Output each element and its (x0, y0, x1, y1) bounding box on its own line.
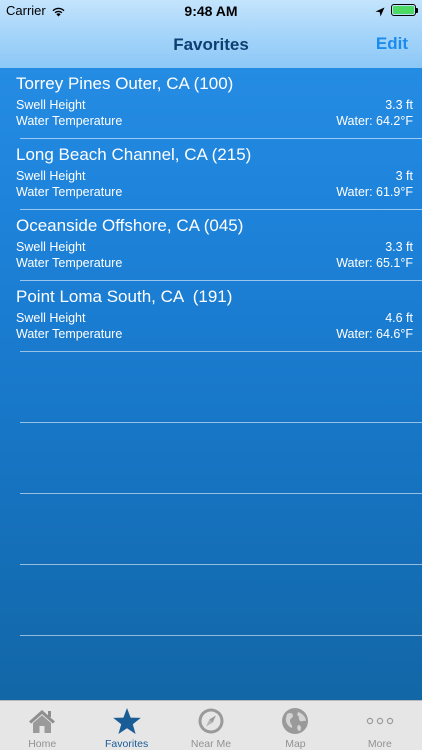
swell-label: Swell Height (16, 240, 86, 254)
empty-row-separator (20, 494, 422, 565)
swell-label: Swell Height (16, 98, 86, 112)
water-line: Water Temperature Water: 61.9°F (16, 185, 413, 199)
swell-value: 4.6 ft (385, 311, 413, 325)
edit-button[interactable]: Edit (376, 34, 408, 54)
favorite-row[interactable]: Torrey Pines Outer, CA (100) Swell Heigh… (16, 68, 422, 139)
house-icon (27, 706, 57, 735)
water-line: Water Temperature Water: 64.2°F (16, 114, 413, 128)
star-icon (112, 706, 142, 735)
station-title: Point Loma South, CA (191) (16, 287, 233, 306)
favorite-row[interactable]: Long Beach Channel, CA (215) Swell Heigh… (16, 139, 422, 210)
battery-level (393, 6, 414, 14)
status-bar: Carrier 9:48 AM (0, 0, 422, 22)
tab-label: More (367, 738, 392, 750)
tab-near-me[interactable]: Near Me (169, 701, 253, 750)
swell-label: Swell Height (16, 169, 86, 183)
swell-line: Swell Height 3.3 ft (16, 98, 413, 112)
swell-line: Swell Height 4.6 ft (16, 311, 413, 325)
swell-line: Swell Height 3.3 ft (16, 240, 413, 254)
empty-row-separator (20, 352, 422, 423)
tab-label: Near Me (190, 738, 232, 750)
water-value: Water: 64.6°F (336, 327, 413, 341)
tab-label: Home (28, 738, 57, 750)
status-indicators (375, 4, 418, 17)
tab-label: Favorites (105, 738, 149, 750)
app-screen: Carrier 9:48 AM Favorites Edit Torrey Pi… (0, 0, 422, 750)
water-line: Water Temperature Water: 64.6°F (16, 327, 413, 341)
more-dots-icon (365, 706, 395, 735)
page-title: Favorites (173, 35, 249, 54)
compass-icon (196, 706, 226, 735)
water-value: Water: 64.2°F (336, 114, 413, 128)
tab-bar: Home Favorites Near Me Map More (0, 700, 422, 750)
tab-label: Map (285, 738, 306, 750)
water-label: Water Temperature (16, 327, 123, 341)
empty-row-separator (20, 423, 422, 494)
status-time: 9:48 AM (184, 3, 238, 19)
water-label: Water Temperature (16, 185, 123, 199)
globe-icon (280, 706, 310, 735)
favorite-row[interactable]: Point Loma South, CA (191) Swell Height … (16, 281, 422, 352)
water-value: Water: 61.9°F (336, 185, 413, 199)
tab-more[interactable]: More (338, 701, 422, 750)
swell-value: 3.3 ft (385, 240, 413, 254)
water-line: Water Temperature Water: 65.1°F (16, 256, 413, 270)
swell-line: Swell Height 3 ft (16, 169, 413, 183)
tab-favorites[interactable]: Favorites (84, 701, 168, 750)
swell-label: Swell Height (16, 311, 86, 325)
water-value: Water: 65.1°F (336, 256, 413, 270)
tab-home[interactable]: Home (0, 701, 84, 750)
station-title: Torrey Pines Outer, CA (100) (16, 74, 234, 93)
swell-value: 3.3 ft (385, 98, 413, 112)
station-title: Oceanside Offshore, CA (045) (16, 216, 244, 235)
empty-row-separator (20, 565, 422, 636)
swell-value: 3 ft (395, 169, 413, 183)
water-label: Water Temperature (16, 114, 123, 128)
tab-map[interactable]: Map (253, 701, 337, 750)
favorite-row[interactable]: Oceanside Offshore, CA (045) Swell Heigh… (16, 210, 422, 281)
location-arrow-icon (375, 5, 385, 17)
battery-icon (391, 4, 418, 16)
navigation-bar: Favorites Edit (0, 22, 422, 68)
water-label: Water Temperature (16, 256, 123, 270)
station-title: Long Beach Channel, CA (215) (16, 145, 252, 164)
favorites-list: Torrey Pines Outer, CA (100) Swell Heigh… (0, 68, 422, 636)
